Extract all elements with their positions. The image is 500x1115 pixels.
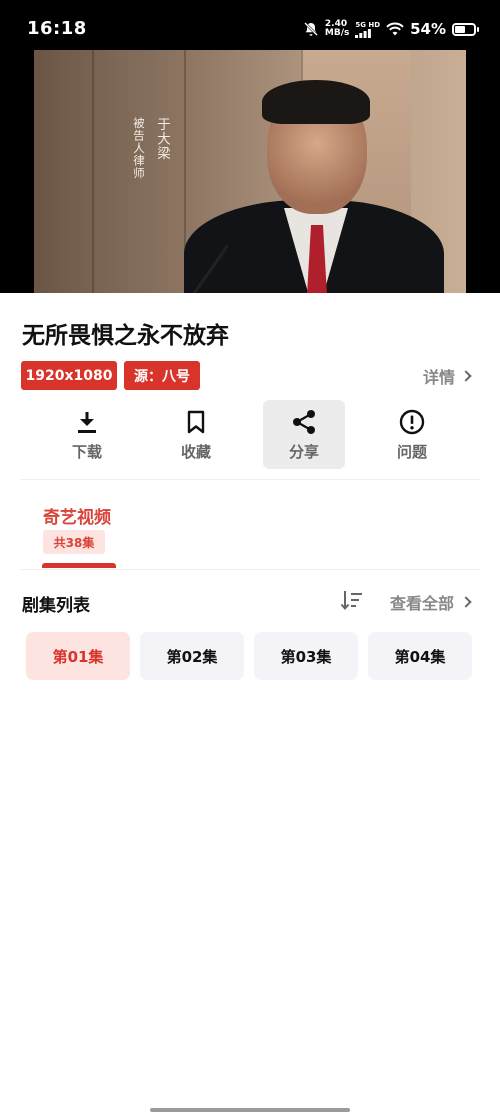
home-indicator[interactable] — [150, 1108, 350, 1112]
report-issue-button[interactable]: 问题 — [371, 400, 453, 469]
view-all-link[interactable]: 查看全部 — [389, 590, 472, 614]
status-time: 16:18 — [27, 18, 87, 39]
episode-chip[interactable]: 第02集 — [140, 632, 244, 680]
sort-icon[interactable] — [340, 589, 364, 611]
battery-level — [455, 25, 465, 33]
episode-chip[interactable]: 第04集 — [368, 632, 472, 680]
net-speed-unit: MB/s — [324, 28, 350, 38]
battery-percent: 54% — [410, 20, 446, 38]
chevron-right-icon — [460, 370, 472, 382]
episode-count-badge: 共38集 — [43, 530, 105, 554]
cellular-signal: 5G HD — [355, 21, 380, 38]
mute-bell-icon — [304, 22, 318, 36]
net-speed: 2.40 MB/s — [325, 20, 349, 38]
episode-chip[interactable]: 第03集 — [254, 632, 358, 680]
download-button[interactable]: 下载 — [46, 400, 128, 469]
source-badge[interactable]: 源：八号 — [124, 361, 200, 390]
download-label: 下载 — [71, 443, 102, 461]
bookmark-icon — [183, 409, 209, 435]
status-bar: 16:18 2.40 MB/s 5G HD 54% — [0, 0, 500, 50]
download-icon — [74, 409, 100, 435]
episode-list-title: 剧集列表 — [22, 596, 90, 616]
video-caption-role: 被告人律师 — [132, 117, 146, 180]
chevron-right-icon — [460, 596, 472, 608]
divider — [20, 479, 480, 480]
video-area: 16:18 2.40 MB/s 5G HD 54% 被告人律师 于大梁 — [0, 0, 500, 293]
divider — [20, 569, 480, 570]
share-label: 分享 — [288, 443, 319, 461]
video-title: 无所畏惧之永不放弃 — [22, 323, 229, 349]
video-player[interactable]: 被告人律师 于大梁 — [34, 50, 466, 293]
alert-icon — [399, 409, 425, 435]
view-all-label: 查看全部 — [389, 594, 454, 613]
episode-chip[interactable]: 第01集 — [26, 632, 130, 680]
favorite-label: 收藏 — [180, 443, 211, 461]
signal-bars-icon — [355, 28, 372, 38]
video-caption-name: 于大梁 — [154, 117, 170, 161]
source-tab-name: 奇艺视频 — [43, 508, 111, 528]
network-type: 5G HD — [355, 20, 381, 29]
details-label: 详情 — [422, 368, 455, 387]
status-icons: 2.40 MB/s 5G HD 54% — [303, 16, 479, 42]
episode-list: 第01集 第02集 第03集 第04集 — [0, 632, 500, 680]
battery-icon — [452, 22, 479, 36]
report-issue-label: 问题 — [396, 443, 427, 461]
details-link[interactable]: 详情 — [422, 364, 472, 388]
favorite-button[interactable]: 收藏 — [155, 400, 237, 469]
source-tab-indicator — [42, 563, 116, 568]
video-frame-hair — [262, 80, 370, 124]
share-button[interactable]: 分享 — [263, 400, 345, 469]
wifi-icon — [386, 22, 404, 36]
action-bar: 下载 收藏 分享 问题 — [0, 400, 500, 470]
resolution-badge: 1920x1080 — [21, 361, 117, 390]
share-icon — [291, 409, 317, 435]
